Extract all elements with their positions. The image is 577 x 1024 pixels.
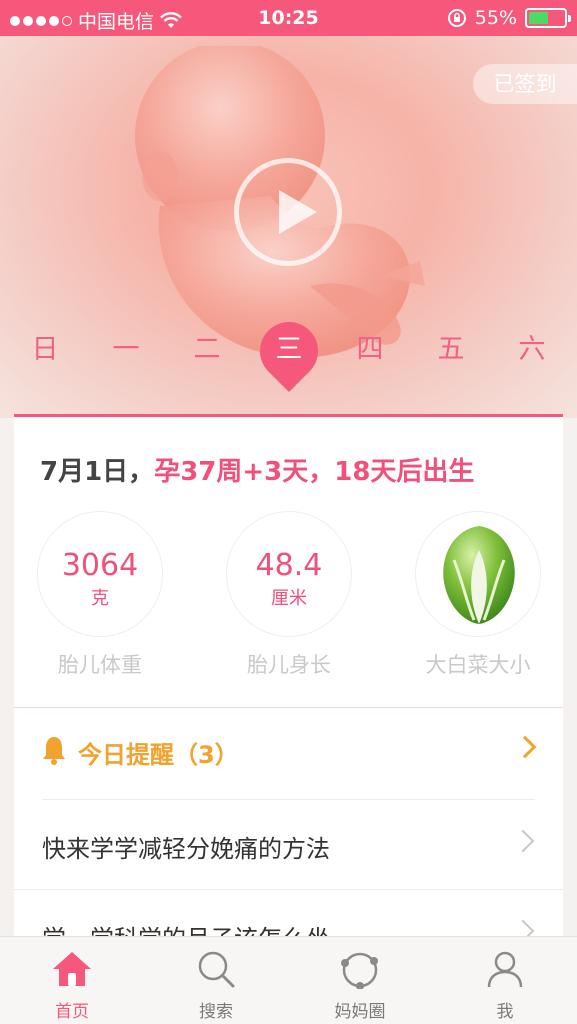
weekday-mon[interactable]: 一 xyxy=(101,332,151,368)
current-date: 7月1日， xyxy=(40,457,155,487)
reminder-title: 今日提醒（3） xyxy=(78,741,239,769)
tab-me[interactable]: 我 xyxy=(433,937,577,1024)
battery-icon xyxy=(525,8,571,28)
tab-label: 搜索 xyxy=(199,1002,233,1022)
status-right: 55% xyxy=(447,7,571,29)
app-screen: 中国电信 10:25 55% 已签到 日 一 二 三 四 五 六 7月1日，孕3… xyxy=(0,0,577,1024)
length-unit: 厘米 xyxy=(271,588,307,609)
pregnancy-card: 7月1日，孕37周+3天，18天后出生 3064 克 胎儿体重 48.4 厘米 … xyxy=(14,414,563,953)
weekday-tue[interactable]: 二 xyxy=(182,332,232,368)
length-value: 48.4 xyxy=(255,548,323,583)
tab-bar: 首页 搜索 妈妈圈 我 xyxy=(0,936,577,1024)
search-icon xyxy=(198,951,235,988)
weekday-sun[interactable]: 日 xyxy=(20,332,70,368)
battery-percent: 55% xyxy=(474,7,517,29)
weekday-sat[interactable]: 六 xyxy=(507,332,557,368)
fetus-hero[interactable]: 已签到 日 一 二 三 四 五 六 xyxy=(0,36,577,418)
length-stat: 48.4 厘米 xyxy=(226,511,352,637)
weekday-selector: 日 一 二 三 四 五 六 xyxy=(0,332,577,392)
chevron-right-icon xyxy=(511,829,535,853)
battery-tip xyxy=(568,15,571,22)
weekday-wed[interactable]: 三 xyxy=(264,332,314,368)
reminder-item[interactable]: 快来学学减轻分娩痛的方法 xyxy=(14,799,563,889)
weight-label: 胎儿体重 xyxy=(58,653,142,677)
play-video-button[interactable] xyxy=(234,158,342,266)
weekday-thu[interactable]: 四 xyxy=(345,332,395,368)
cabbage-icon xyxy=(443,526,515,624)
rotation-lock-icon xyxy=(447,9,466,27)
section-divider xyxy=(14,707,563,708)
pregnancy-status: 孕37周+3天，18天后出生 xyxy=(154,457,475,487)
battery-level xyxy=(529,12,548,24)
weekday-fri[interactable]: 五 xyxy=(426,332,476,368)
home-icon xyxy=(53,952,91,986)
community-circle-icon xyxy=(341,952,378,989)
reminder-header[interactable]: 今日提醒（3） xyxy=(14,709,563,799)
tab-search[interactable]: 搜索 xyxy=(144,937,288,1024)
weight-stat: 3064 克 xyxy=(37,511,163,637)
tab-community[interactable]: 妈妈圈 xyxy=(288,937,432,1024)
user-icon xyxy=(487,951,523,988)
tab-label: 妈妈圈 xyxy=(334,1002,386,1022)
tab-label: 首页 xyxy=(55,1002,89,1022)
tab-label: 我 xyxy=(496,1002,514,1022)
weight-value: 3064 xyxy=(61,548,139,583)
length-label: 胎儿身长 xyxy=(247,653,331,677)
reminder-item-text: 快来学学减轻分娩痛的方法 xyxy=(42,835,330,863)
status-bar: 中国电信 10:25 55% xyxy=(0,0,577,36)
chevron-right-icon xyxy=(513,735,537,759)
signed-in-button[interactable]: 已签到 xyxy=(473,64,577,104)
pregnancy-summary: 7月1日，孕37周+3天，18天后出生 xyxy=(40,451,474,488)
size-stat[interactable] xyxy=(415,511,541,637)
weight-unit: 克 xyxy=(91,588,109,609)
size-label: 大白菜大小 xyxy=(425,653,531,677)
bell-icon xyxy=(43,737,65,765)
tab-home[interactable]: 首页 xyxy=(0,937,144,1024)
